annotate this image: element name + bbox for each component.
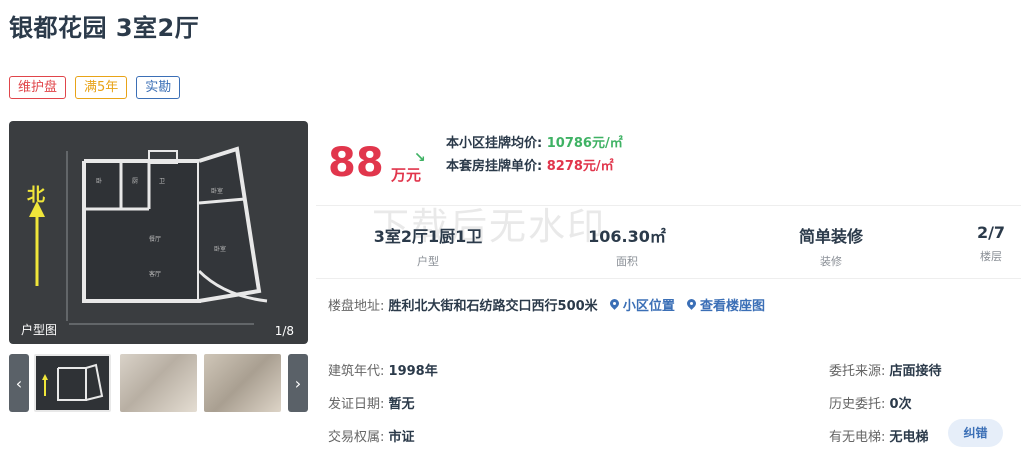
community-location-link[interactable]: 小区位置 (610, 299, 675, 314)
detail-label: 委托来源: (829, 364, 886, 379)
total-price-unit: 万元 (391, 166, 422, 184)
svg-text:卧: 卧 (96, 177, 102, 185)
divider (316, 278, 1021, 279)
detail-value: 1998年 (388, 364, 438, 379)
compass-north-label: 北 (27, 185, 45, 206)
detail-label: 有无电梯: (829, 430, 886, 445)
svg-text:卫: 卫 (159, 178, 165, 185)
floor-plan-image[interactable]: 卧 厨 卫 餐厅 客厅 卧室 卧室 北 户型图 1/8 (9, 121, 308, 344)
tag-inspected: 实勘 (136, 76, 181, 99)
chevron-left-icon: ‹ (15, 373, 23, 393)
address-row: 楼盘地址: 胜利北大街和石纺路交口西行500米 小区位置 查看楼座图 (328, 295, 765, 314)
thumbnail-prev-button[interactable]: ‹ (9, 354, 29, 412)
building-map-link[interactable]: 查看楼座图 (687, 299, 765, 314)
stat-decoration-label: 装修 (820, 255, 842, 268)
address-label: 楼盘地址: (328, 299, 385, 314)
detail-value: 无电梯 (889, 430, 929, 445)
stat-decoration: 简单装修 装修 (776, 223, 886, 269)
stat-layout: 3室2厅1厨1卫 户型 (373, 223, 483, 269)
listing-unit-price: 本套房挂牌单价: 8278元/㎡ (446, 155, 614, 174)
detail-value: 店面接待 (889, 364, 942, 379)
trend-down-icon: ↘ (414, 150, 426, 166)
thumbnail-next-button[interactable]: › (288, 354, 308, 412)
photo-label: 户型图 (21, 323, 58, 337)
detail-build-year: 建筑年代: 1998年 (328, 360, 438, 379)
map-pin-icon (610, 299, 619, 311)
address-value: 胜利北大街和石纺路交口西行500米 (388, 299, 598, 314)
svg-text:厨: 厨 (132, 178, 138, 185)
building-map-link-label: 查看楼座图 (699, 299, 765, 314)
detail-label: 发证日期: (328, 397, 385, 412)
stat-floor: 2/7 楼层 (966, 223, 1016, 264)
community-average-label: 本小区挂牌均价: (446, 136, 543, 151)
detail-history-commission: 历史委托: 0次 (829, 393, 912, 412)
svg-text:餐厅: 餐厅 (149, 235, 161, 243)
detail-value: 0次 (889, 397, 912, 412)
community-average-price: 本小区挂牌均价: 10786元/㎡ (446, 132, 623, 151)
thumbnail-floor-plan-drawing (42, 363, 104, 401)
stat-area: 106.30㎡ 面积 (572, 223, 682, 269)
tag-maintenance: 维护盘 (9, 76, 67, 99)
page-title: 银都花园 3室2厅 (9, 14, 200, 42)
detail-value: 暂无 (388, 397, 415, 412)
report-error-button[interactable]: 纠错 (948, 419, 1003, 447)
svg-text:卧室: 卧室 (211, 187, 223, 195)
total-price: 88 (328, 140, 384, 186)
detail-ownership: 交易权属: 市证 (328, 426, 415, 445)
detail-label: 历史委托: (829, 397, 886, 412)
stat-floor-value: 2/7 (976, 223, 1006, 242)
thumbnail-floor-plan[interactable] (34, 354, 111, 412)
listing-tags: 维护盘 满5年 实勘 (9, 76, 181, 99)
detail-value: 市证 (388, 430, 415, 445)
floor-plan-drawing: 卧 厨 卫 餐厅 客厅 卧室 卧室 北 (27, 146, 268, 325)
stat-area-value: 106.30㎡ (588, 227, 666, 246)
thumbnail-room-photo-1[interactable] (120, 354, 197, 412)
thumbnail-room-photo-2[interactable] (204, 354, 281, 412)
detail-label: 交易权属: (328, 430, 385, 445)
detail-cert-date: 发证日期: 暂无 (328, 393, 415, 412)
listing-unit-label: 本套房挂牌单价: (446, 159, 543, 174)
svg-text:客厅: 客厅 (149, 270, 161, 278)
stat-floor-label: 楼层 (980, 250, 1002, 263)
detail-commission-source: 委托来源: 店面接待 (829, 360, 942, 379)
community-location-link-label: 小区位置 (622, 299, 675, 314)
detail-elevator: 有无电梯: 无电梯 (829, 426, 929, 445)
chevron-right-icon: › (294, 373, 302, 393)
listing-unit-value: 8278元/㎡ (546, 159, 614, 174)
stat-layout-value: 3室2厅1厨1卫 (373, 227, 483, 246)
svg-text:卧室: 卧室 (214, 245, 226, 253)
tag-five-years: 满5年 (75, 76, 128, 99)
community-average-value: 10786元/㎡ (546, 136, 623, 151)
photo-counter: 1/8 (274, 324, 294, 338)
stat-decoration-value: 简单装修 (798, 227, 863, 246)
detail-label: 建筑年代: (328, 364, 385, 379)
stat-layout-label: 户型 (417, 255, 439, 268)
map-pin-icon (687, 299, 696, 311)
stat-area-label: 面积 (616, 255, 638, 268)
thumbnail-strip: ‹ › (9, 354, 308, 412)
